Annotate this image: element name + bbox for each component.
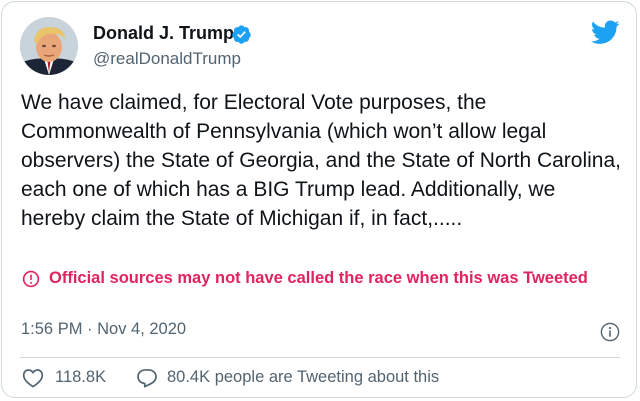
avatar[interactable] [20, 17, 78, 75]
user-handle[interactable]: @realDonaldTrump [93, 49, 241, 69]
profile-photo [20, 17, 78, 75]
reply-bubble-icon[interactable] [136, 367, 158, 389]
like-count[interactable]: 118.8K [55, 368, 106, 387]
tweet-timestamp[interactable]: 1:56 PM · Nov 4, 2020 [21, 320, 186, 339]
twitter-bird-icon[interactable] [591, 20, 620, 45]
tweet-text: We have claimed, for Electoral Vote purp… [21, 91, 621, 230]
reply-activity-link[interactable]: 80.4K people are Tweeting about this [167, 368, 439, 387]
info-icon[interactable] [600, 322, 620, 342]
display-name[interactable]: Donald J. Trump [93, 23, 234, 44]
divider [20, 357, 620, 358]
election-notice-label[interactable]: Official sources may not have called the… [21, 267, 601, 289]
tweet-card: Donald J. Trump @realDonaldTrump We have… [1, 1, 637, 398]
verified-badge-icon [232, 25, 251, 44]
heart-icon[interactable] [22, 368, 44, 388]
